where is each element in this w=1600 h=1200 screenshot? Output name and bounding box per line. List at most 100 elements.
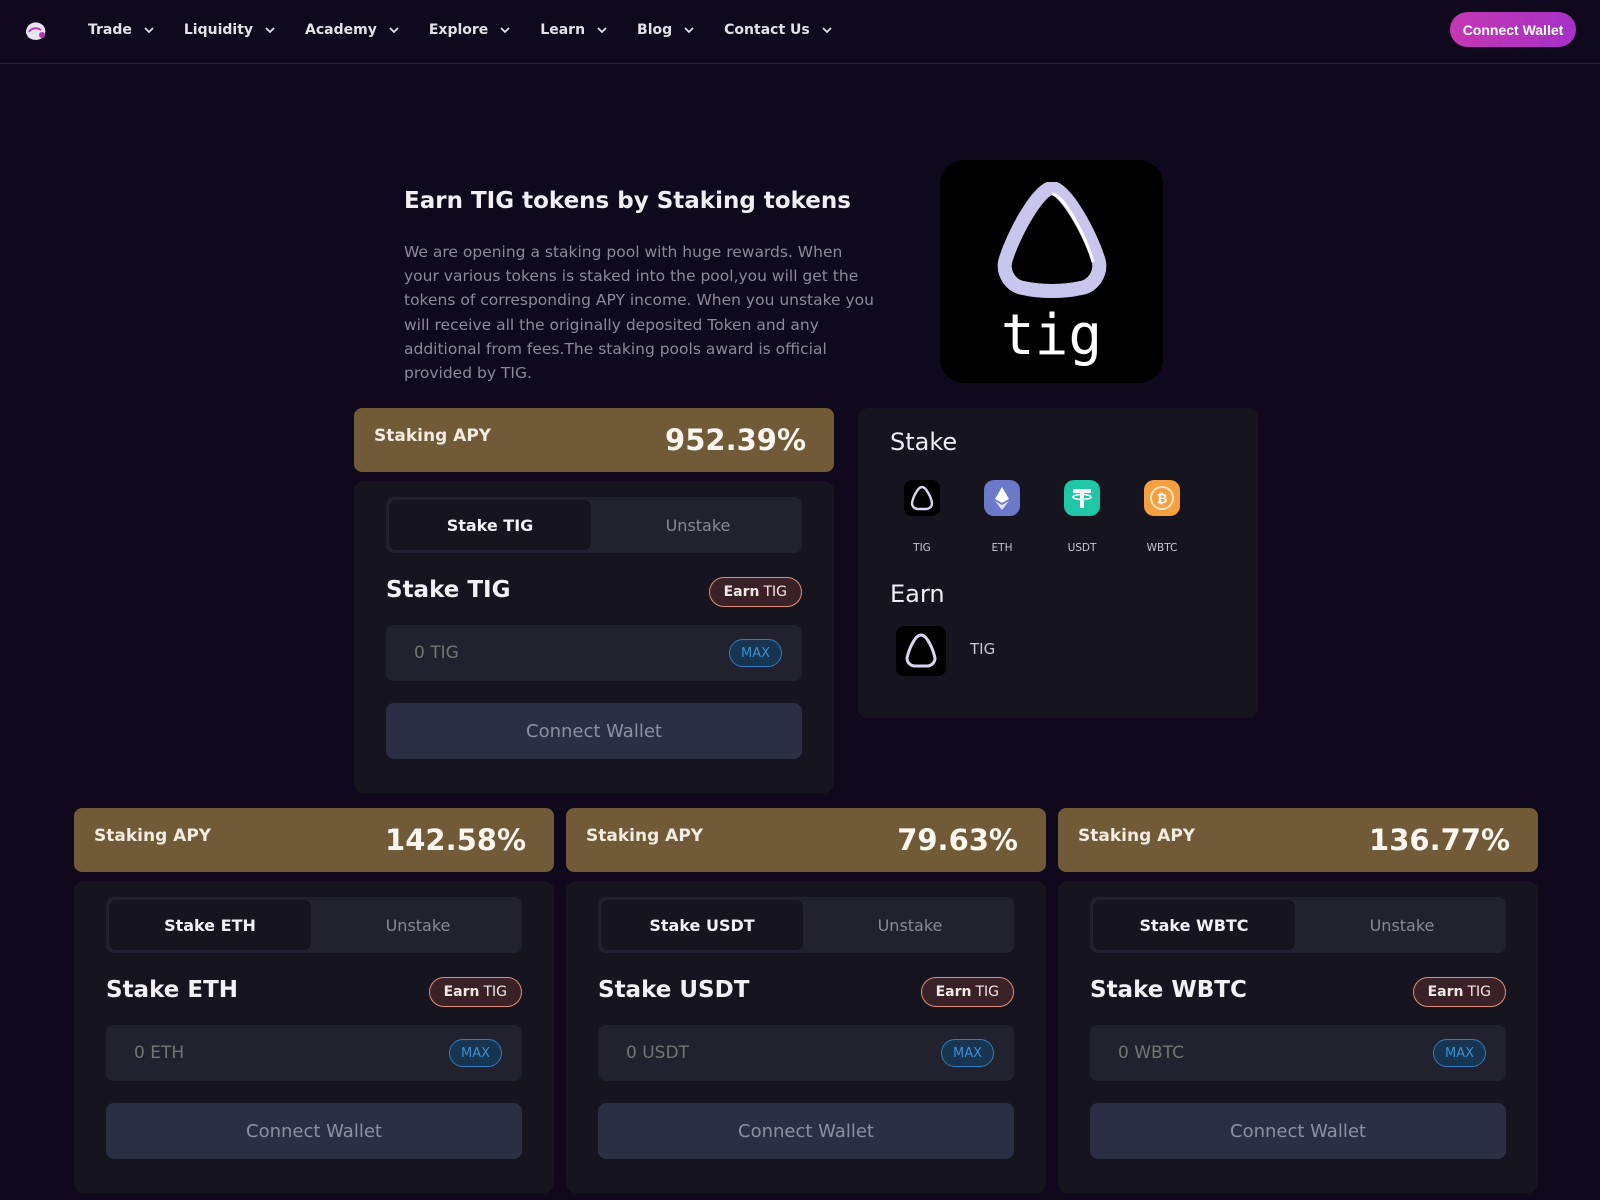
earn-badge-label: Earn: [443, 984, 480, 1000]
hero-description: We are opening a staking pool with huge …: [404, 243, 874, 383]
max-button[interactable]: MAX: [448, 1039, 502, 1067]
apy-label: Staking APY: [586, 826, 704, 846]
connect-wallet-button[interactable]: Connect Wallet: [1450, 12, 1576, 47]
card-connect-wallet-button[interactable]: Connect Wallet: [106, 1103, 522, 1159]
usdt-icon: [1072, 489, 1092, 508]
chevron-down-icon: [597, 27, 607, 34]
max-button[interactable]: MAX: [1432, 1039, 1486, 1067]
chevron-down-icon: [500, 27, 510, 34]
nav-item-label: Explore: [428, 22, 489, 38]
earn-badge-label: Earn: [935, 984, 972, 1000]
nav-item-contact-us[interactable]: Contact Us: [724, 22, 832, 38]
nav-item-liquidity[interactable]: Liquidity: [184, 22, 275, 38]
nav-item-label: Learn: [540, 22, 586, 38]
earn-badge-token: TIG: [483, 984, 507, 1000]
apy-value: 952.39%: [665, 423, 806, 457]
tig-logo: tig: [940, 160, 1163, 383]
nav-item-explore[interactable]: Explore: [429, 22, 510, 38]
apy-bar-tig: Staking APY 952.39%: [354, 408, 834, 472]
earn-heading: Earn: [890, 580, 945, 608]
chevron-down-icon: [822, 27, 832, 34]
stake-card-tig: Stake TIG Unstake Stake TIG EarnTIG MAX …: [354, 481, 834, 793]
earn-badge-token: TIG: [1467, 984, 1491, 1000]
apy-value: 136.77%: [1369, 823, 1510, 857]
nav-item-learn[interactable]: Learn: [540, 22, 607, 38]
token-label: ETH: [991, 542, 1013, 554]
nav-item-trade[interactable]: Trade: [88, 22, 154, 38]
apy-label: Staking APY: [1078, 826, 1196, 846]
token-info-panel: Stake ₿ TIG ETH USDT WBTC Earn TIG: [858, 408, 1258, 718]
card-connect-wallet-button[interactable]: Connect Wallet: [1090, 1103, 1506, 1159]
token-label: TIG: [913, 542, 931, 554]
nav-menu: Trade Liquidity Academy Explore Learn Bl…: [88, 0, 862, 60]
stake-title: Stake USDT: [598, 977, 750, 1003]
apy-label: Staking APY: [94, 826, 212, 846]
apy-bar-eth: Staking APY 142.58%: [74, 808, 554, 872]
stake-tabs: Stake TIG Unstake: [386, 497, 802, 553]
apy-value: 79.63%: [897, 823, 1018, 857]
earn-badge: Earn TIG: [1412, 977, 1506, 1007]
apy-value: 142.58%: [385, 823, 526, 857]
earn-badge-label: Earn: [723, 584, 760, 600]
tab-unstake[interactable]: Unstake: [314, 897, 522, 953]
apy-bar-usdt: Staking APY 79.63%: [566, 808, 1046, 872]
stake-title: Stake WBTC: [1090, 977, 1247, 1003]
stake-card-wbtc: Stake WBTC Unstake Stake WBTC EarnTIG MA…: [1058, 881, 1538, 1193]
stake-tabs: Stake ETH Unstake: [106, 897, 522, 953]
stake-tabs: Stake USDT Unstake: [598, 897, 1014, 953]
svg-text:₿: ₿: [1157, 492, 1168, 507]
stake-title: Stake ETH: [106, 977, 239, 1003]
earn-badge-token: TIG: [763, 584, 787, 600]
tab-stake[interactable]: Stake ETH: [108, 899, 312, 951]
tab-stake[interactable]: Stake WBTC: [1092, 899, 1296, 951]
chevron-down-icon: [684, 27, 694, 34]
tab-stake[interactable]: Stake USDT: [600, 899, 804, 951]
tig-token[interactable]: [904, 480, 940, 516]
nav-item-blog[interactable]: Blog: [637, 22, 694, 38]
card-connect-wallet-button[interactable]: Connect Wallet: [386, 703, 802, 759]
earn-badge-label: Earn: [1427, 984, 1464, 1000]
earn-badge: Earn TIG: [708, 577, 802, 607]
tig-icon: [910, 485, 934, 511]
eth-token[interactable]: [984, 480, 1020, 516]
stake-heading: Stake: [890, 428, 958, 456]
max-button[interactable]: MAX: [940, 1039, 994, 1067]
earn-badge-token: TIG: [975, 984, 999, 1000]
chevron-down-icon: [144, 27, 154, 34]
stake-tabs: Stake WBTC Unstake: [1090, 897, 1506, 953]
nav-item-label: Liquidity: [183, 22, 254, 38]
earn-badge: Earn TIG: [428, 977, 522, 1007]
earn-token-logo: [896, 626, 946, 676]
nav-item-label: Trade: [88, 22, 132, 38]
stake-title: Stake TIG: [386, 577, 511, 603]
nav-item-academy[interactable]: Academy: [305, 22, 399, 38]
tab-stake[interactable]: Stake TIG: [388, 499, 592, 551]
tig-icon: [905, 633, 937, 668]
stake-card-usdt: Stake USDT Unstake Stake USDT EarnTIG MA…: [566, 881, 1046, 1193]
tab-unstake[interactable]: Unstake: [1298, 897, 1506, 953]
earn-badge: Earn TIG: [920, 977, 1014, 1007]
tig-logo-text: tig: [1000, 303, 1103, 368]
nav-item-label: Contact Us: [724, 22, 810, 38]
token-label: WBTC: [1146, 542, 1178, 554]
earn-token-name: TIG: [970, 640, 996, 658]
tab-unstake[interactable]: Unstake: [806, 897, 1014, 953]
chevron-down-icon: [389, 27, 399, 34]
nav-item-label: Academy: [305, 22, 377, 38]
page-title: Earn TIG tokens by Staking tokens: [404, 188, 851, 214]
stake-card-eth: Stake ETH Unstake Stake ETH EarnTIG MAX …: [74, 881, 554, 1193]
usdt-token[interactable]: [1064, 480, 1100, 516]
chevron-down-icon: [265, 27, 275, 34]
tig-logo-icon: [997, 182, 1107, 298]
apy-label: Staking APY: [374, 426, 492, 446]
card-connect-wallet-button[interactable]: Connect Wallet: [598, 1103, 1014, 1159]
tab-unstake[interactable]: Unstake: [594, 497, 802, 553]
token-label: USDT: [1067, 542, 1097, 554]
top-nav: Trade Liquidity Academy Explore Learn Bl…: [0, 0, 1600, 64]
wbtc-token[interactable]: ₿: [1144, 480, 1180, 516]
app-logo-icon[interactable]: [22, 18, 50, 44]
wbtc-icon: ₿: [1150, 486, 1174, 510]
nav-item-label: Blog: [637, 22, 673, 38]
apy-bar-wbtc: Staking APY 136.77%: [1058, 808, 1538, 872]
max-button[interactable]: MAX: [728, 639, 782, 667]
